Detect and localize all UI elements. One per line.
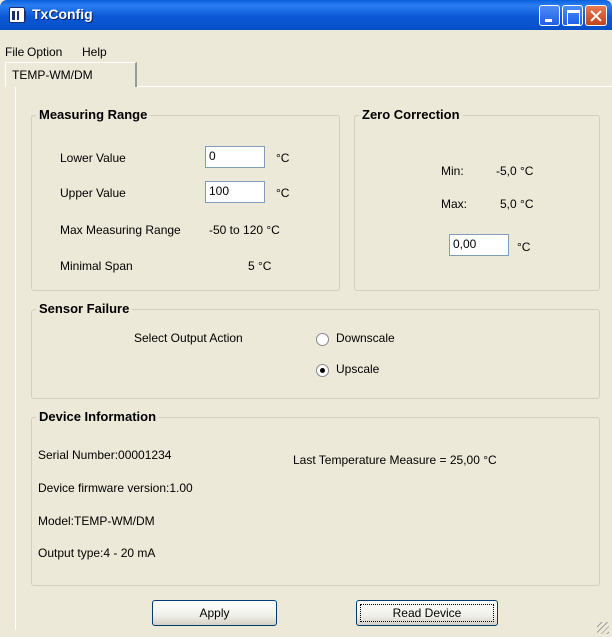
menu-bar: File Option Help bbox=[0, 44, 612, 62]
max-range-label: Max Measuring Range bbox=[60, 223, 181, 237]
close-icon[interactable] bbox=[585, 5, 607, 26]
tab-temp-wm-dm[interactable]: TEMP-WM/DM bbox=[5, 62, 137, 87]
last-temperature: Last Temperature Measure = 25,00 °C bbox=[293, 453, 497, 467]
zero-max-value: 5,0 °C bbox=[500, 197, 534, 211]
upper-value-label: Upper Value bbox=[60, 186, 126, 200]
read-device-button-label: Read Device bbox=[392, 606, 462, 620]
sensor-failure-title: Sensor Failure bbox=[36, 301, 133, 316]
zero-correction-title: Zero Correction bbox=[359, 107, 463, 122]
zero-correction-unit: °C bbox=[517, 240, 531, 254]
output-type: Output type:4 - 20 mA bbox=[38, 546, 156, 560]
menu-option[interactable]: Option bbox=[27, 44, 62, 60]
serial-number: Serial Number:00001234 bbox=[38, 448, 172, 462]
upper-value-unit: °C bbox=[276, 186, 290, 200]
tab-label: TEMP-WM/DM bbox=[12, 68, 93, 82]
resize-grip[interactable] bbox=[597, 622, 609, 634]
sensor-failure-group: Sensor Failure bbox=[31, 301, 600, 399]
select-output-label: Select Output Action bbox=[134, 331, 243, 345]
downscale-label[interactable]: Downscale bbox=[336, 331, 395, 345]
window-title: TxConfig bbox=[32, 6, 93, 22]
max-range-value: -50 to 120 °C bbox=[209, 223, 280, 237]
measuring-range-title: Measuring Range bbox=[36, 107, 151, 122]
menu-file[interactable]: File bbox=[5, 44, 24, 60]
upscale-label[interactable]: Upscale bbox=[336, 362, 379, 376]
lower-value-unit: °C bbox=[276, 151, 290, 165]
zero-max-label: Max: bbox=[441, 197, 468, 211]
lower-value-input[interactable]: 0 bbox=[205, 146, 265, 168]
app-icon[interactable] bbox=[9, 7, 26, 23]
zero-min-label: Min: bbox=[441, 164, 464, 178]
apply-button-label: Apply bbox=[199, 606, 230, 620]
device-model: Model:TEMP-WM/DM bbox=[38, 514, 155, 528]
device-information-group: Device Information bbox=[31, 409, 600, 586]
minimize-icon[interactable] bbox=[539, 5, 560, 26]
lower-value-label: Lower Value bbox=[60, 151, 126, 165]
downscale-radio[interactable] bbox=[316, 333, 329, 346]
zero-correction-input[interactable]: 0,00 bbox=[449, 234, 509, 256]
zero-correction-group: Zero Correction bbox=[354, 107, 600, 291]
firmware-version: Device firmware version:1.00 bbox=[38, 481, 193, 495]
min-span-label: Minimal Span bbox=[60, 259, 133, 273]
title-bar[interactable]: TxConfig bbox=[0, 0, 612, 30]
device-information-title: Device Information bbox=[36, 409, 160, 424]
upscale-radio[interactable] bbox=[316, 364, 329, 377]
apply-button[interactable]: Apply bbox=[152, 600, 277, 626]
maximize-icon[interactable] bbox=[562, 5, 583, 26]
upper-value-input[interactable]: 100 bbox=[205, 181, 265, 203]
read-device-button[interactable]: Read Device bbox=[356, 600, 498, 626]
zero-min-value: -5,0 °C bbox=[496, 164, 534, 178]
menu-help[interactable]: Help bbox=[82, 44, 107, 60]
min-span-value: 5 °C bbox=[248, 259, 272, 273]
